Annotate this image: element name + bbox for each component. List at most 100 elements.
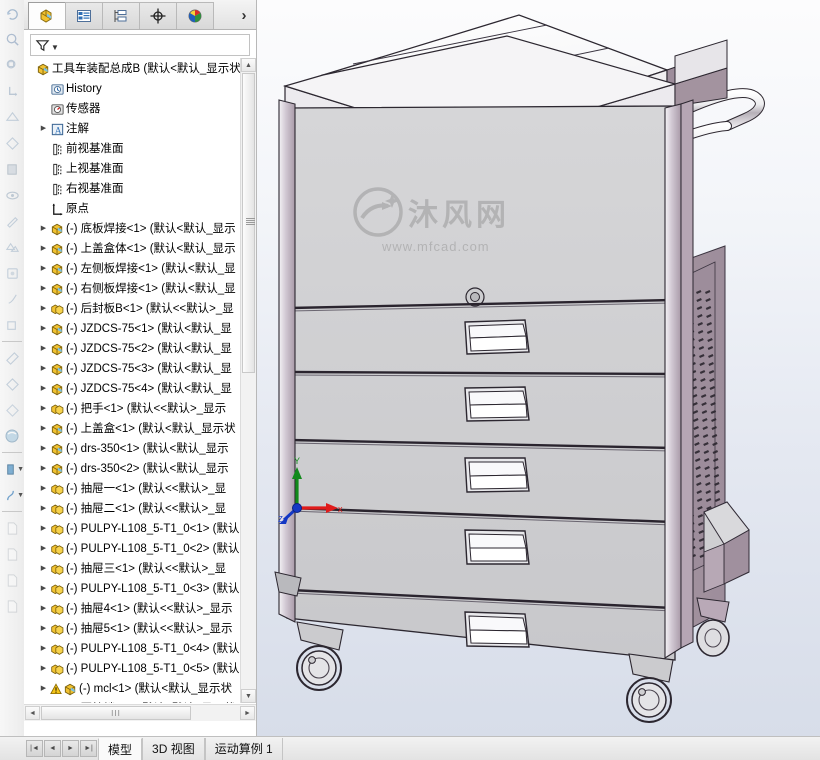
zoom-to-fit-icon[interactable] bbox=[0, 26, 24, 52]
tree-item[interactable]: ▶ (-) 后封板B<1> (默认<<默认>_显 bbox=[24, 299, 241, 319]
expand-arrow-icon[interactable]: ▶ bbox=[38, 419, 49, 439]
expand-arrow-icon[interactable]: ▶ bbox=[38, 439, 49, 459]
tree-item[interactable]: ▶ (-) drs-350<1> (默认<默认_显示 bbox=[24, 439, 241, 459]
display-style-icon[interactable] bbox=[0, 156, 24, 182]
sweep-icon[interactable] bbox=[0, 482, 20, 508]
feature-filter-box[interactable]: ▼ bbox=[30, 34, 250, 56]
view-settings-icon[interactable] bbox=[0, 260, 24, 286]
tree-item[interactable]: ▶ (-) JZDCS-75<2> (默认<默认_显 bbox=[24, 339, 241, 359]
tree-item[interactable]: ▶ (-) drs-350<2> (默认<默认_显示 bbox=[24, 459, 241, 479]
appearance-ball-icon[interactable] bbox=[0, 423, 24, 449]
expand-arrow-icon[interactable]: ▶ bbox=[38, 259, 49, 279]
view-orientation-icon[interactable] bbox=[0, 130, 24, 156]
mass-properties-icon[interactable] bbox=[0, 371, 24, 397]
tree-item[interactable]: ▶ A 注解 bbox=[24, 119, 241, 139]
hide-show-items-icon[interactable] bbox=[0, 182, 24, 208]
expand-arrow-icon[interactable]: ▶ bbox=[38, 519, 49, 539]
expand-arrow-icon[interactable]: ▶ bbox=[38, 639, 49, 659]
tree-item[interactable]: ▶ (-) 左侧板焊接<1> (默认<默认_显 bbox=[24, 259, 241, 279]
scroll-down-button[interactable]: ▼ bbox=[241, 689, 256, 703]
document-tab-2[interactable]: 运动算例 1 bbox=[204, 737, 283, 760]
tree-item[interactable]: ▶ (-) PULPY-L108_5-T1_0<5> (默认 bbox=[24, 659, 241, 679]
expand-arrow-icon[interactable]: ▶ bbox=[38, 559, 49, 579]
tree-item[interactable]: ▶ (-) 圆柱锁<1> (默认<默认_显示状 bbox=[24, 699, 241, 703]
graphics-viewport[interactable]: 沐风网 www.mfcad.com Y x Z bbox=[257, 0, 820, 737]
expand-arrow-icon[interactable]: ▶ bbox=[38, 539, 49, 559]
interference-detection-icon[interactable] bbox=[0, 397, 24, 423]
extrude-boss-icon[interactable] bbox=[0, 456, 20, 482]
left-command-toolbar[interactable]: ▼ ▼ bbox=[0, 0, 25, 737]
document-tabs[interactable]: 模型 3D 视图 运动算例 1 bbox=[98, 737, 283, 760]
tree-item[interactable]: ▶ (-) PULPY-L108_5-T1_0<4> (默认 bbox=[24, 639, 241, 659]
vertical-scroll-thumb[interactable] bbox=[242, 73, 255, 373]
rotate-view-icon[interactable] bbox=[0, 0, 24, 26]
tree-item[interactable]: ▶ (-) PULPY-L108_5-T1_0<1> (默认 bbox=[24, 519, 241, 539]
tree-item[interactable]: ▶ (-) PULPY-L108_5-T1_0<3> (默认 bbox=[24, 579, 241, 599]
tree-item[interactable]: ▶ (-) mcl<1> (默认<默认_显示状 bbox=[24, 679, 241, 699]
tree-item[interactable]: ▶ (-) 把手<1> (默认<<默认>_显示 bbox=[24, 399, 241, 419]
tree-item[interactable]: ▶ (-) 上盖盒<1> (默认<默认_显示状 bbox=[24, 419, 241, 439]
tree-item[interactable]: ▶ (-) JZDCS-75<1> (默认<默认_显 bbox=[24, 319, 241, 339]
tree-item[interactable]: ▶ (-) PULPY-L108_5-T1_0<2> (默认 bbox=[24, 539, 241, 559]
tree-item[interactable]: ▶ (-) JZDCS-75<4> (默认<默认_显 bbox=[24, 379, 241, 399]
feature-tree-scroll-region[interactable]: 工具车装配总成B (默认<默认_显示状 History 传感器 ▶ A 注解 前视基… bbox=[24, 58, 256, 703]
tree-item[interactable]: ▶ (-) 抽屉4<1> (默认<<默认>_显示 bbox=[24, 599, 241, 619]
scroll-up-button[interactable]: ▲ bbox=[241, 58, 256, 72]
dimxpert-manager-tab[interactable] bbox=[139, 2, 177, 29]
tool-cart-3d-model[interactable] bbox=[257, 0, 820, 737]
tree-item[interactable]: ▶ (-) 右侧板焊接<1> (默认<默认_显 bbox=[24, 279, 241, 299]
plane-tool-icon[interactable] bbox=[0, 312, 24, 338]
expand-arrow-icon[interactable]: ▶ bbox=[38, 319, 49, 339]
tree-item[interactable]: 右视基准面 bbox=[24, 179, 241, 199]
expand-arrow-icon[interactable]: ▶ bbox=[38, 479, 49, 499]
expand-arrow-icon[interactable]: ▶ bbox=[38, 359, 49, 379]
scroll-left-button[interactable]: ◄ bbox=[25, 706, 40, 720]
tree-item[interactable]: ▶ (-) JZDCS-75<3> (默认<默认_显 bbox=[24, 359, 241, 379]
tab-nav-button-1[interactable]: ◄ bbox=[44, 740, 61, 757]
expand-arrow-icon[interactable]: ▶ bbox=[38, 599, 49, 619]
section-view-icon[interactable] bbox=[0, 104, 24, 130]
expand-arrow-icon[interactable]: ▶ bbox=[38, 699, 49, 703]
sheet-icon-2[interactable] bbox=[0, 541, 24, 567]
tree-item[interactable]: 原点 bbox=[24, 199, 241, 219]
expand-arrow-icon[interactable]: ▶ bbox=[38, 339, 49, 359]
tree-item[interactable]: ▶ (-) 抽屉二<1> (默认<<默认>_显 bbox=[24, 499, 241, 519]
sweep-dropdown[interactable]: ▼ bbox=[0, 482, 24, 508]
extrude-boss-dropdown[interactable]: ▼ bbox=[0, 456, 24, 482]
expand-arrow-icon[interactable]: ▶ bbox=[38, 499, 49, 519]
tree-item[interactable]: ▶ (-) 底板焊接<1> (默认<默认_显示 bbox=[24, 219, 241, 239]
expand-arrow-icon[interactable]: ▶ bbox=[38, 459, 49, 479]
feature-tree[interactable]: 工具车装配总成B (默认<默认_显示状 History 传感器 ▶ A 注解 前视基… bbox=[24, 58, 241, 703]
expand-arrow-icon[interactable]: ▶ bbox=[38, 619, 49, 639]
apply-scene-icon[interactable] bbox=[0, 234, 24, 260]
expand-arrow-icon[interactable]: ▶ bbox=[38, 579, 49, 599]
sheet-icon-3[interactable] bbox=[0, 567, 24, 593]
document-tab-0[interactable]: 模型 bbox=[98, 737, 143, 760]
expand-arrow-icon[interactable]: ▶ bbox=[38, 119, 49, 139]
measure-icon[interactable] bbox=[0, 345, 24, 371]
tree-item[interactable]: ▶ (-) 抽屉三<1> (默认<<默认>_显 bbox=[24, 559, 241, 579]
expand-arrow-icon[interactable]: ▶ bbox=[38, 659, 49, 679]
previous-view-icon[interactable] bbox=[0, 78, 24, 104]
scroll-right-button[interactable]: ► bbox=[240, 706, 255, 720]
tab-nav-button-3[interactable]: ►| bbox=[80, 740, 97, 757]
tab-nav-button-0[interactable]: |◄ bbox=[26, 740, 43, 757]
expand-arrow-icon[interactable]: ▶ bbox=[38, 279, 49, 299]
expand-arrow-icon[interactable]: ▶ bbox=[38, 299, 49, 319]
tab-navigation-buttons[interactable]: |◄ ◄ ► ►| bbox=[26, 740, 98, 757]
chevron-down-icon-filter[interactable]: ▼ bbox=[51, 43, 59, 52]
expand-arrow-icon[interactable]: ▶ bbox=[38, 239, 49, 259]
zoom-area-icon[interactable] bbox=[0, 52, 24, 78]
expand-arrow-icon[interactable]: ▶ bbox=[38, 219, 49, 239]
property-manager-tab[interactable] bbox=[65, 2, 103, 29]
tab-nav-button-2[interactable]: ► bbox=[62, 740, 79, 757]
expand-arrow-icon[interactable]: ▶ bbox=[38, 379, 49, 399]
tree-item[interactable]: 前视基准面 bbox=[24, 139, 241, 159]
edit-appearance-icon[interactable] bbox=[0, 208, 24, 234]
tree-item[interactable]: 传感器 bbox=[24, 99, 241, 119]
feature-tree-tab[interactable] bbox=[28, 2, 66, 29]
tree-item[interactable]: ▶ (-) 抽屉5<1> (默认<<默认>_显示 bbox=[24, 619, 241, 639]
tree-item[interactable]: ▶ (-) 上盖盒体<1> (默认<默认_显示 bbox=[24, 239, 241, 259]
sketch-tool-icon[interactable] bbox=[0, 286, 24, 312]
document-tab-1[interactable]: 3D 视图 bbox=[142, 737, 205, 760]
